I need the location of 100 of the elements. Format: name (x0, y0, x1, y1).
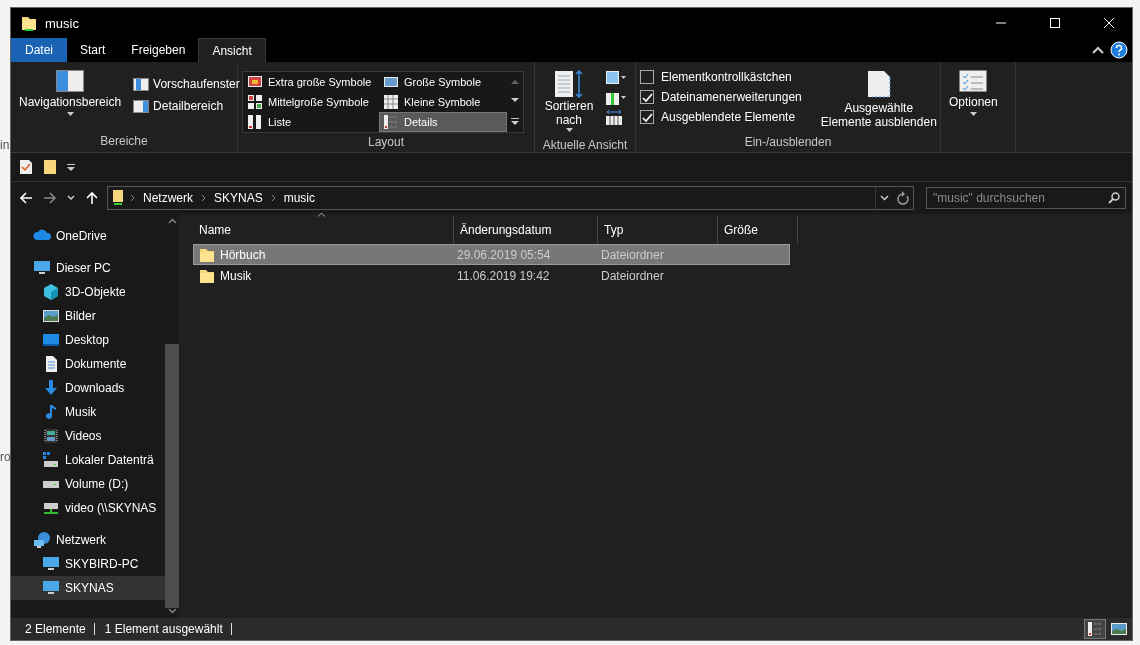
search-icon (1108, 192, 1120, 204)
folder-icon[interactable] (43, 159, 57, 175)
sort-caret-icon (317, 212, 326, 217)
chevron-icon (130, 194, 135, 202)
scroll-down-icon[interactable] (167, 608, 177, 614)
forward-icon (43, 191, 57, 205)
options-button[interactable]: Optionen (945, 66, 1002, 120)
page-text: in (0, 138, 10, 152)
layout-option[interactable]: Extra große Symbole (243, 72, 379, 92)
caret-icon (565, 128, 573, 132)
group-by-icon[interactable] (605, 70, 627, 86)
ribbon-tab[interactable]: Ansicht (198, 38, 266, 62)
details-pane-button[interactable]: Detailbereich (131, 98, 242, 114)
checkbox[interactable] (640, 110, 654, 124)
navigation-item[interactable]: Dieser PC (11, 256, 165, 280)
preview-pane-button[interactable]: Vorschaufenster (131, 76, 242, 92)
checkbox-label: Elementkontrollkästchen (661, 70, 792, 84)
navigation-item[interactable]: Bilder (11, 304, 165, 328)
navigation-item[interactable]: Lokaler Datenträ (11, 448, 165, 472)
layout-option[interactable]: Details (379, 112, 507, 132)
sort-by-button[interactable]: Sortieren nach (539, 66, 599, 136)
hidden-file-icon (866, 70, 891, 98)
file-row[interactable]: Musik 11.06.2019 19:42 Dateiordner (193, 265, 790, 286)
navigation-item[interactable]: Videos (11, 424, 165, 448)
file-tab[interactable]: Datei (11, 38, 67, 62)
file-name: Hörbuch (220, 247, 266, 262)
checkmark-icon (641, 111, 653, 123)
address-bar[interactable]: Netzwerk SKYNAS music (107, 186, 914, 210)
add-columns-icon[interactable] (605, 90, 627, 106)
expand-gallery-icon[interactable] (511, 117, 519, 125)
folder-icon (199, 246, 215, 263)
navigation-item[interactable]: Musik (11, 400, 165, 424)
hide-selected-button[interactable]: Ausgewählte Elemente ausblenden (807, 66, 942, 133)
up-icon (85, 191, 99, 205)
status-text: 2 Elemente (23, 623, 95, 635)
table-cell-text: 29.06.2019 05:54 (456, 247, 552, 262)
layout-option[interactable]: Große Symbole (379, 72, 507, 92)
monitor-icon (42, 579, 60, 597)
caret-icon (969, 112, 977, 116)
navigation-item[interactable]: Dokumente (11, 352, 165, 376)
scroll-down-icon[interactable] (511, 98, 519, 104)
desktop-icon (42, 331, 60, 349)
breadcrumb-item[interactable]: Netzwerk (141, 191, 195, 205)
sort-icon (554, 70, 584, 98)
properties-icon[interactable] (19, 159, 33, 175)
table-cell-text: Dateiordner (600, 247, 665, 262)
checkmark-icon (641, 91, 653, 103)
view-icon (383, 94, 399, 110)
table-cell-text: Dateiordner (600, 268, 665, 283)
checkbox-option[interactable]: Elementkontrollkästchen (640, 70, 802, 84)
details-view-button[interactable] (1084, 619, 1106, 639)
status-text: 1 Element ausgewählt (102, 623, 232, 635)
breadcrumb-item[interactable]: SKYNAS (212, 191, 265, 205)
window-title: music (45, 15, 79, 31)
group-label: Aktuelle Ansicht (541, 137, 629, 154)
ribbon-tab[interactable]: Freigeben (118, 38, 199, 62)
navigation-item[interactable]: SKYBIRD-PC (11, 552, 165, 576)
file-row[interactable]: Hörbuch 29.06.2019 05:54 Dateiordner (193, 244, 790, 265)
fit-columns-icon[interactable] (605, 110, 623, 126)
navigation-pane-button[interactable]: Navigationsbereich (15, 66, 126, 120)
breadcrumb-item[interactable]: music (281, 191, 318, 205)
folder-icon (199, 267, 215, 284)
navigation-item[interactable]: OneDrive (11, 224, 165, 248)
layout-option[interactable]: Mittelgroße Symbole (243, 92, 379, 112)
drive-icon (42, 451, 60, 469)
picture-icon (1110, 620, 1128, 638)
layout-option[interactable]: Kleine Symbole (379, 92, 507, 112)
view-icon (247, 114, 263, 130)
group-label: Bereiche (99, 133, 149, 150)
collapse-ribbon-icon[interactable] (1092, 46, 1104, 54)
dropdown-icon[interactable] (880, 195, 889, 201)
group-label: Layout (367, 134, 405, 151)
checkbox-option[interactable]: Ausgeblendete Elemente (640, 110, 802, 124)
navigation-item[interactable]: Volume (D:) (11, 472, 165, 496)
navigation-item[interactable]: Netzwerk (11, 528, 165, 552)
checkbox[interactable] (640, 90, 654, 104)
navigation-item[interactable]: video (\\SKYNAS (11, 496, 165, 520)
network-folder-icon (112, 190, 124, 206)
chevron-icon (201, 194, 206, 202)
file-name: Musik (220, 268, 252, 283)
download-arrow-icon (42, 379, 60, 397)
scroll-up-icon[interactable] (167, 218, 177, 224)
checkbox[interactable] (640, 70, 654, 84)
search-field[interactable]: "music" durchsuchen (926, 187, 1126, 209)
back-icon (19, 191, 33, 205)
refresh-icon[interactable] (897, 191, 909, 205)
navigation-item[interactable]: Downloads (11, 376, 165, 400)
help-icon[interactable] (1110, 41, 1128, 59)
customize-caret-icon[interactable] (67, 163, 75, 171)
scrollbar-thumb[interactable] (165, 344, 179, 608)
navigation-item[interactable]: SKYNAS (11, 576, 165, 600)
scroll-up-icon[interactable] (511, 79, 519, 85)
pane-icon (133, 99, 150, 113)
view-icon (383, 114, 399, 130)
navigation-item[interactable]: 3D-Objekte (11, 280, 165, 304)
close-icon (1104, 18, 1114, 28)
navigation-item[interactable]: Desktop (11, 328, 165, 352)
network-icon (33, 531, 51, 549)
layout-option[interactable]: Liste (243, 112, 379, 132)
ribbon-tab[interactable]: Start (67, 38, 119, 62)
